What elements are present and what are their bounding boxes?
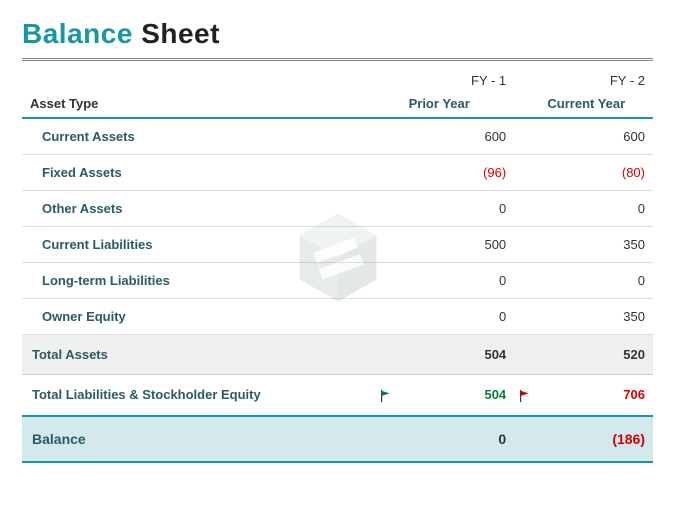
item-label: Current Assets (22, 118, 375, 155)
item-row: Current Assets 600 600 (22, 118, 653, 155)
page-title: Balance Sheet (22, 18, 653, 50)
item-fy1: 600 (401, 118, 515, 155)
item-row: Owner Equity 0 350 (22, 299, 653, 335)
item-label: Owner Equity (22, 299, 375, 335)
fiscal-year-row: FY - 1 FY - 2 (22, 67, 653, 92)
title-divider (22, 58, 653, 61)
item-fy2: 350 (539, 227, 653, 263)
item-fy2: 350 (539, 299, 653, 335)
title-word2: Sheet (141, 18, 220, 49)
flag-icon (379, 389, 393, 403)
item-label: Long-term Liabilities (22, 263, 375, 299)
item-fy2: 600 (539, 118, 653, 155)
item-row: Current Liabilities 500 350 (22, 227, 653, 263)
title-word1: Balance (22, 18, 133, 49)
item-fy1: 0 (401, 191, 515, 227)
balance-row: Balance 0 (186) (22, 416, 653, 462)
item-row: Other Assets 00 (22, 191, 653, 227)
header-fy1: FY - 1 (401, 67, 515, 92)
flag-icon (518, 389, 532, 403)
total-assets-fy2: 520 (539, 335, 653, 375)
header-current-year: Current Year (539, 92, 653, 118)
total-liab-eq-fy1: 504 (401, 375, 515, 416)
item-fy1: (96) (401, 155, 515, 191)
balance-sheet-table: FY - 1 FY - 2 Asset Type Prior Year Curr… (22, 67, 653, 463)
balance-fy1: 0 (401, 416, 515, 462)
sub-header-row: Asset Type Prior Year Current Year (22, 92, 653, 118)
item-row: Fixed Assets (96) (80) (22, 155, 653, 191)
item-fy2: (80) (539, 155, 653, 191)
flag-fy2-cell (514, 375, 539, 416)
item-fy2: 0 (539, 263, 653, 299)
item-fy1: 500 (401, 227, 515, 263)
total-liab-eq-row: Total Liabilities & Stockholder Equity 5… (22, 375, 653, 416)
item-fy1: 0 (401, 299, 515, 335)
flag-fy1-cell (375, 375, 400, 416)
item-label: Other Assets (22, 191, 375, 227)
header-fy2: FY - 2 (539, 67, 653, 92)
balance-label: Balance (22, 416, 375, 462)
total-assets-row: Total Assets 504 520 (22, 335, 653, 375)
balance-fy2: (186) (539, 416, 653, 462)
total-liab-eq-label: Total Liabilities & Stockholder Equity (22, 375, 375, 416)
item-label: Fixed Assets (22, 155, 375, 191)
total-assets-fy1: 504 (401, 335, 515, 375)
total-liab-eq-fy2: 706 (539, 375, 653, 416)
total-assets-label: Total Assets (22, 335, 375, 375)
header-prior-year: Prior Year (401, 92, 515, 118)
item-fy2: 0 (539, 191, 653, 227)
item-row: Long-term Liabilities 00 (22, 263, 653, 299)
item-label: Current Liabilities (22, 227, 375, 263)
item-fy1: 0 (401, 263, 515, 299)
header-asset-type: Asset Type (22, 92, 375, 118)
